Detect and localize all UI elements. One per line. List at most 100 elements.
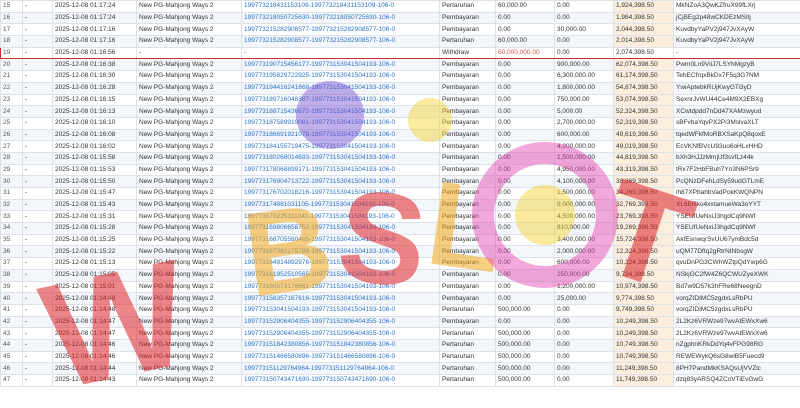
- row-date: 2025-12-08 01:14:47: [52, 315, 137, 329]
- row-balance: 2,074,398.50: [613, 46, 674, 60]
- row-amount-out: 0.00: [495, 11, 555, 25]
- table-row[interactable]: 39-2025-12-08 01:15:01 New PG-Mahjong Way…: [0, 280, 800, 294]
- row-balance: 10,324,398.50: [613, 257, 674, 270]
- row-amount-in: 600,000.00: [554, 128, 614, 142]
- row-reference[interactable]: 199773195829722925-199773153041504193-10…: [241, 70, 440, 83]
- row-amount-in: 900,000.00: [554, 58, 614, 72]
- table-row[interactable]: 21-2025-12-08 01:16:30 New PG-Mahjong Way…: [0, 70, 800, 83]
- row-reference[interactable]: 199773152906404355-199773152906404355-10…: [241, 315, 440, 329]
- row-reference[interactable]: 199773169806658752-199773153041504193-10…: [241, 222, 440, 235]
- row-game: New PG-Mahjong Ways 2: [136, 362, 242, 375]
- row-reference[interactable]: 199773215282908577-199773215282908577-10…: [241, 23, 440, 37]
- row-reference[interactable]: 199773218431153109-199773218431153109-10…: [241, 0, 440, 13]
- row-game: New PG-Mahjong Ways 2: [136, 374, 242, 387]
- table-row[interactable]: 19-2025-12-08 01:16:56- - Withdraw 60,000,0…: [0, 46, 800, 60]
- row-code: bXh3HJJzMmjUf3svfLz44k: [673, 151, 800, 165]
- table-row[interactable]: 18-2025-12-08 01:17:16 New PG-Mahjong Way…: [0, 35, 800, 48]
- table-row[interactable]: 41-2025-12-08 01:14:48 New PG-Mahjong Way…: [0, 303, 800, 317]
- table-row[interactable]: 31-2025-12-08 01:15:47 New PG-Mahjong Way…: [0, 187, 800, 200]
- row-reference[interactable]: 199773190715456177-199773153041504193-10…: [241, 58, 440, 72]
- row-game: New PG-Mahjong Ways 2: [136, 292, 242, 305]
- table-row[interactable]: 28-2025-12-08 01:15:58 New PG-Mahjong Way…: [0, 151, 800, 165]
- table-row[interactable]: 38-2025-12-08 01:15:05 New PG-Mahjong Way…: [0, 268, 800, 282]
- row-date: 2025-12-08 01:15:47: [52, 187, 137, 200]
- row-amount-in: 1,500,000.00: [554, 151, 614, 165]
- row-reference[interactable]: 199773153041504193-199773153041504193-10…: [241, 303, 440, 317]
- table-row[interactable]: 40-2025-12-08 01:14:48 New PG-Mahjong Way…: [0, 292, 800, 305]
- row-number: 42: [0, 315, 23, 329]
- row-reference[interactable]: 199773188715436672-199773153041504193-10…: [241, 105, 440, 118]
- table-row[interactable]: 15-2025-12-08 01:17:24 New PG-Mahjong Way…: [0, 0, 800, 13]
- row-reference[interactable]: -: [241, 46, 440, 60]
- row-reference[interactable]: 199773151466580896-199773151466580896-10…: [241, 350, 440, 364]
- row-reference[interactable]: 199773161952510565-199773153041504193-10…: [241, 268, 440, 282]
- row-reference[interactable]: 199773167382275788-199773153041504193-10…: [241, 245, 440, 259]
- row-amount-out: 0.00: [495, 210, 555, 224]
- row-amount-out: 60,000.00: [495, 0, 555, 13]
- table-row[interactable]: 36-2025-12-08 01:15:22 New PG-Mahjong Way…: [0, 245, 800, 259]
- table-row[interactable]: 32-2025-12-08 01:15:43 New PG-Mahjong Way…: [0, 198, 800, 212]
- row-reference[interactable]: 199773150743471690-199773150743471690-10…: [241, 374, 440, 387]
- row-reference[interactable]: 199773160573176661-199773153041504193-10…: [241, 280, 440, 294]
- table-row[interactable]: 23-2025-12-08 01:16:15 New PG-Mahjong Way…: [0, 93, 800, 107]
- row-dash: -: [22, 245, 53, 259]
- table-row[interactable]: 22-2025-12-08 01:16:28 New PG-Mahjong Way…: [0, 81, 800, 95]
- table-row[interactable]: 34-2025-12-08 01:15:28 New PG-Mahjong Way…: [0, 222, 800, 235]
- row-reference[interactable]: 199773176904713722-199773153041504193-10…: [241, 175, 440, 188]
- row-reference[interactable]: 199773170225311041-199773153041504193-10…: [241, 210, 440, 224]
- row-reference[interactable]: 199773189716048387-199773153041504193-10…: [241, 93, 440, 107]
- table-row[interactable]: 16-2025-12-08 01:17:24 New PG-Mahjong Way…: [0, 11, 800, 25]
- row-date: 2025-12-08 01:14:43: [52, 374, 137, 387]
- table-row[interactable]: 46-2025-12-08 01:14:44 New PG-Mahjong Way…: [0, 362, 800, 375]
- row-dash: -: [22, 11, 53, 25]
- table-row[interactable]: 27-2025-12-08 01:16:02 New PG-Mahjong Way…: [0, 140, 800, 153]
- table-row[interactable]: 26-2025-12-08 01:16:08 New PG-Mahjong Way…: [0, 128, 800, 142]
- table-row[interactable]: 45-2025-12-08 01:14:46 New PG-Mahjong Way…: [0, 350, 800, 364]
- row-amount-out: 500,000.00: [495, 350, 555, 364]
- row-code: EcVKNfBVcU93uo6oHLxHHD: [673, 140, 800, 153]
- row-reference[interactable]: 199773164914892976-199773153041504193-10…: [241, 257, 440, 270]
- row-reference[interactable]: 199773186691921078-199773153041504193-10…: [241, 128, 440, 142]
- table-row[interactable]: 42-2025-12-08 01:14:47 New PG-Mahjong Way…: [0, 315, 800, 329]
- row-code: KuvdbyYaPV2j947JvXAyW: [673, 35, 800, 48]
- row-date: 2025-12-08 01:14:47: [52, 327, 137, 340]
- table-row[interactable]: 20-2025-12-08 01:16:38 New PG-Mahjong Way…: [0, 58, 800, 72]
- row-reference[interactable]: 199773176702018216-199773153041504193-10…: [241, 187, 440, 200]
- table-row[interactable]: 35-2025-12-08 01:15:25 New PG-Mahjong Way…: [0, 233, 800, 247]
- row-reference[interactable]: 199773184155719475-199773153041504193-10…: [241, 140, 440, 153]
- table-row[interactable]: 30-2025-12-08 01:15:50 New PG-Mahjong Way…: [0, 175, 800, 188]
- row-balance: 61,174,398.50: [613, 70, 674, 83]
- row-game: New PG-Mahjong Ways 2: [136, 0, 242, 13]
- table-row[interactable]: 25-2025-12-08 01:16:10 New PG-Mahjong Way…: [0, 116, 800, 130]
- row-reference[interactable]: 199773151129764964-199773151129764964-10…: [241, 362, 440, 375]
- table-row[interactable]: 47-2025-12-08 01:14:43 New PG-Mahjong Way…: [0, 374, 800, 387]
- table-row[interactable]: 43-2025-12-08 01:14:47 New PG-Mahjong Way…: [0, 327, 800, 340]
- row-reference[interactable]: 199773215282908577-199773215282908577-10…: [241, 35, 440, 48]
- row-amount-in: 4,200,000.00: [554, 140, 614, 153]
- row-amount-in: 0.00: [554, 303, 614, 317]
- row-amount-in: 250,000.00: [554, 268, 614, 282]
- row-reference[interactable]: 199773180268014693-199773153041504193-10…: [241, 151, 440, 165]
- row-game: New PG-Mahjong Ways 2: [136, 151, 242, 165]
- row-reference[interactable]: 199773151842380856-199773151842380856-10…: [241, 338, 440, 352]
- row-type: Pertaruhan: [439, 374, 496, 387]
- row-reference[interactable]: 199773194416241868-199773153041504193-10…: [241, 81, 440, 95]
- row-reference[interactable]: 199773174881031105-199773153041504193-10…: [241, 198, 440, 212]
- row-reference[interactable]: 199773187589919081-199773153041504193-10…: [241, 116, 440, 130]
- row-reference[interactable]: 199773158357167616-199773153041504193-10…: [241, 292, 440, 305]
- table-row[interactable]: 24-2025-12-08 01:16:13 New PG-Mahjong Way…: [0, 105, 800, 118]
- table-row[interactable]: 37-2025-12-08 01:15:13 New PG-Mahjong Way…: [0, 257, 800, 270]
- row-balance: 9,749,398.50: [613, 303, 674, 317]
- row-game: New PG-Mahjong Ways 2: [136, 198, 242, 212]
- table-row[interactable]: 33-2025-12-08 01:15:31 New PG-Mahjong Way…: [0, 210, 800, 224]
- table-row[interactable]: 29-2025-12-08 01:15:53 New PG-Mahjong Way…: [0, 163, 800, 177]
- row-number: 20: [0, 58, 23, 72]
- row-amount-out: 60,000,000.00: [495, 46, 555, 60]
- row-reference[interactable]: 199773152906404355-199773152906404355-10…: [241, 327, 440, 340]
- table-row[interactable]: 17-2025-12-08 01:17:16 New PG-Mahjong Way…: [0, 23, 800, 37]
- row-reference[interactable]: 199773168705580465-199773153041504193-10…: [241, 233, 440, 247]
- row-reference[interactable]: 199773218050725630-199773218050725630-10…: [241, 11, 440, 25]
- row-amount-in: 600,000.00: [554, 257, 614, 270]
- table-row[interactable]: 44-2025-12-08 01:14:46 New PG-Mahjong Way…: [0, 338, 800, 352]
- row-reference[interactable]: 199773178068899171-199773153041504193-10…: [241, 163, 440, 177]
